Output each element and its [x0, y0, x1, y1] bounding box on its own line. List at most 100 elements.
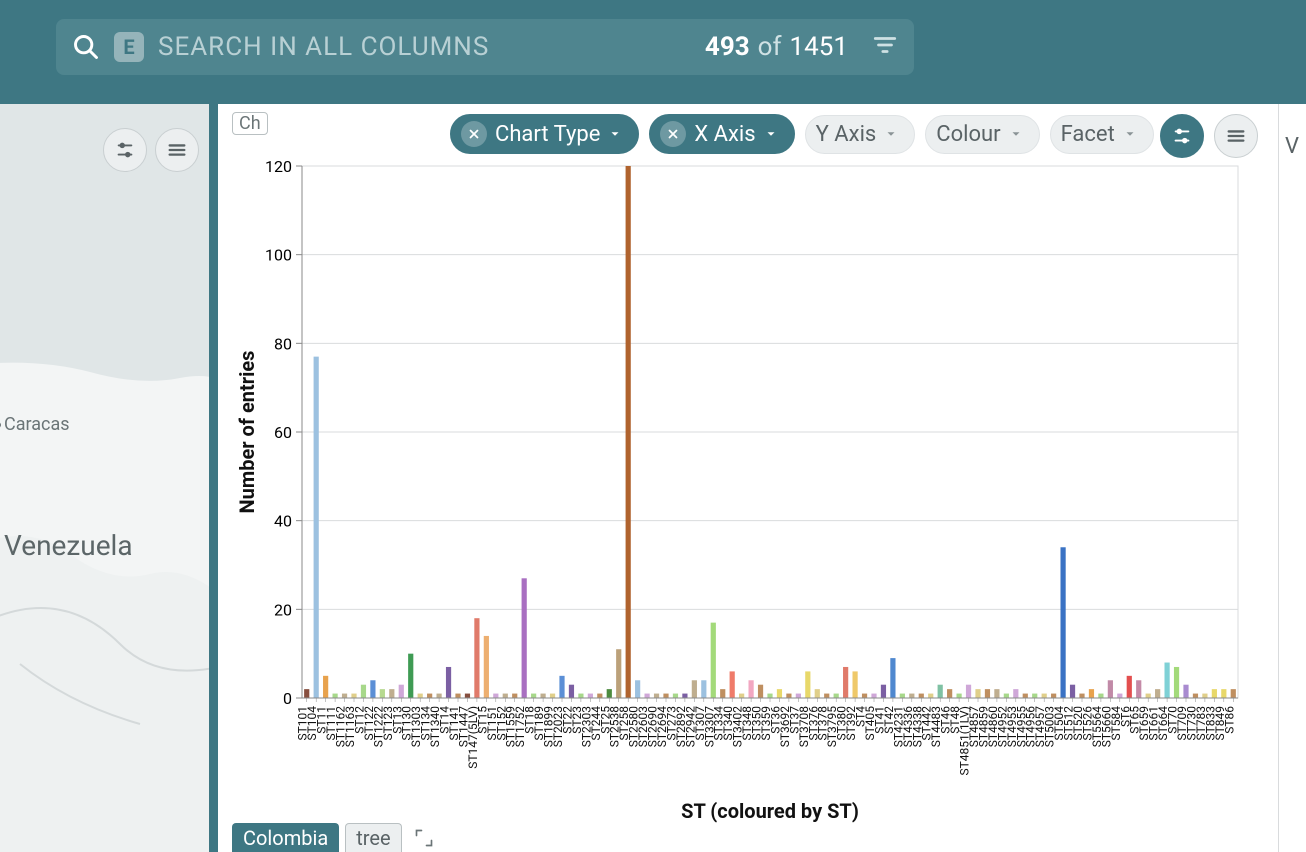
bar: [815, 689, 820, 698]
tab-tree[interactable]: tree: [345, 823, 401, 852]
bar: [654, 694, 659, 698]
bar: [465, 694, 470, 698]
bar: [862, 694, 867, 698]
svg-text:0: 0: [283, 689, 292, 708]
chevron-down-icon: [608, 122, 622, 147]
search-placeholder: SEARCH IN ALL COLUMNS: [158, 32, 489, 62]
bar: [1231, 689, 1236, 698]
bar: [1051, 694, 1056, 698]
chart-controls-chips: Chart Type X Axis Y Axis Colour Facet: [450, 114, 1154, 154]
svg-text:40: 40: [274, 512, 292, 531]
bar: [730, 671, 735, 698]
bar: [1221, 689, 1226, 698]
bar: [361, 685, 366, 698]
bar: [985, 689, 990, 698]
svg-text:ST (coloured by ST): ST (coloured by ST): [681, 799, 859, 823]
tab-colombia[interactable]: Colombia: [232, 823, 339, 852]
svg-text:120: 120: [265, 157, 292, 176]
bar: [578, 694, 583, 698]
chart-menu-button[interactable]: [1214, 114, 1258, 158]
bar: [663, 694, 668, 698]
svg-text:80: 80: [274, 334, 292, 353]
bar: [427, 694, 432, 698]
filter-icon[interactable]: [872, 32, 898, 62]
bar: [739, 694, 744, 698]
bar: [909, 694, 914, 698]
bar: [1070, 685, 1075, 698]
svg-text:60: 60: [274, 423, 292, 442]
bar: [720, 689, 725, 698]
bar: [559, 676, 564, 698]
bar: [1146, 694, 1151, 698]
bar-chart: 020406080100120Number of entriesST101ST1…: [232, 156, 1248, 828]
e-badge: E: [114, 32, 144, 62]
bar: [975, 689, 980, 698]
right-pane-letter: V: [1285, 134, 1299, 159]
chevron-down-icon: [1123, 122, 1137, 147]
bar: [314, 357, 319, 698]
svg-text:20: 20: [274, 600, 292, 619]
bar: [966, 685, 971, 698]
chart-settings-button[interactable]: [1160, 114, 1204, 158]
top-bar: E SEARCH IN ALL COLUMNS 493 of 1451: [0, 0, 1306, 104]
bar: [767, 694, 772, 698]
bar: [1004, 694, 1009, 698]
chart-area: 020406080100120Number of entriesST101ST1…: [232, 156, 1248, 828]
map-settings-button[interactable]: [103, 128, 147, 172]
expand-icon[interactable]: [414, 828, 434, 848]
right-collapsed-pane[interactable]: V: [1278, 104, 1306, 852]
result-count: 493 of 1451: [705, 32, 848, 62]
bar: [503, 694, 508, 698]
bar: [1183, 685, 1188, 698]
chip-y-axis[interactable]: Y Axis: [805, 115, 916, 154]
bar: [351, 694, 356, 698]
chevron-down-icon: [884, 122, 898, 147]
bar: [607, 689, 612, 698]
bar: [512, 694, 517, 698]
bar: [342, 694, 347, 698]
bar: [682, 694, 687, 698]
bar: [635, 680, 640, 698]
map-pane[interactable]: Caracas Venezuela: [0, 104, 209, 852]
bar: [786, 694, 791, 698]
close-icon[interactable]: [461, 121, 487, 147]
map-country-label: Venezuela: [4, 529, 133, 562]
bar: [1060, 547, 1065, 698]
svg-text:Number of entries: Number of entries: [235, 351, 259, 514]
bar: [1193, 694, 1198, 698]
bar: [455, 694, 460, 698]
bar: [890, 658, 895, 698]
search-icon: [72, 33, 100, 61]
bar: [692, 680, 697, 698]
search-box[interactable]: E SEARCH IN ALL COLUMNS 493 of 1451: [56, 19, 914, 75]
bar: [777, 689, 782, 698]
bar: [1136, 680, 1141, 698]
bar: [408, 654, 413, 698]
main-area: Caracas Venezuela Ch Chart Type X Axis Y…: [0, 104, 1306, 852]
map-menu-button[interactable]: [155, 128, 199, 172]
truncated-tag: Ch: [232, 112, 268, 135]
chip-x-axis[interactable]: X Axis: [649, 114, 794, 154]
bar: [748, 680, 753, 698]
bar: [531, 694, 536, 698]
bar: [436, 694, 441, 698]
bar: [1032, 694, 1037, 698]
close-icon[interactable]: [660, 121, 686, 147]
chip-colour[interactable]: Colour: [925, 115, 1039, 154]
bar: [493, 694, 498, 698]
bar: [332, 694, 337, 698]
bar: [522, 578, 527, 698]
bar: [597, 694, 602, 698]
bar: [956, 694, 961, 698]
pane-divider[interactable]: [209, 104, 218, 852]
bar: [626, 166, 631, 698]
chip-chart-type[interactable]: Chart Type: [450, 114, 639, 154]
bar: [1098, 694, 1103, 698]
bar: [758, 685, 763, 698]
chip-facet[interactable]: Facet: [1050, 115, 1154, 154]
bar: [1155, 689, 1160, 698]
bar: [994, 689, 999, 698]
bar: [805, 671, 810, 698]
bar: [871, 694, 876, 698]
bar: [540, 694, 545, 698]
